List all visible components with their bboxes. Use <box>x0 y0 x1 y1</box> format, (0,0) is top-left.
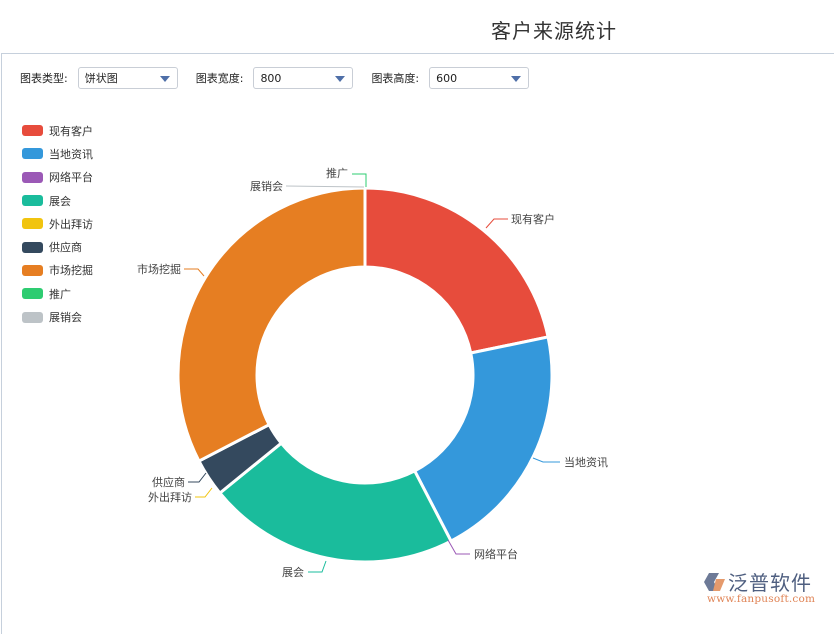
slice-label-3: 展会 <box>282 566 304 579</box>
label-line-1 <box>532 457 560 463</box>
pie-slice-6[interactable] <box>176 186 367 463</box>
label-line-7 <box>352 173 367 187</box>
logo-name: 泛普软件 <box>728 571 812 595</box>
donut-chart: 现有客户当地资讯网络平台展会 外出拜访供应商 市场挖掘 推广展销会 <box>137 166 608 579</box>
slice-label-5: 供应商 <box>152 475 185 489</box>
slice-label-7: 推广 <box>326 166 348 180</box>
logo-url: www.fanpusoft.com <box>707 593 816 605</box>
brand-logo: 泛普软件 www.fanpusoft.com <box>703 569 833 609</box>
label-line-5 <box>188 472 207 483</box>
slice-label-4: 外出拜访 <box>148 490 192 504</box>
slice-label-1: 当地资讯 <box>564 455 608 469</box>
label-line-8 <box>285 185 365 188</box>
slice-label-6: 市场挖掘 <box>137 262 181 276</box>
label-line-4 <box>195 487 213 498</box>
slice-label-8: 展销会 <box>250 179 283 193</box>
slice-label-0: 现有客户 <box>511 212 555 226</box>
label-line-0 <box>485 218 508 229</box>
label-line-3 <box>308 560 327 573</box>
slice-label-2: 网络平台 <box>474 547 518 561</box>
label-line-6 <box>184 268 205 277</box>
logo-icon <box>704 573 725 591</box>
